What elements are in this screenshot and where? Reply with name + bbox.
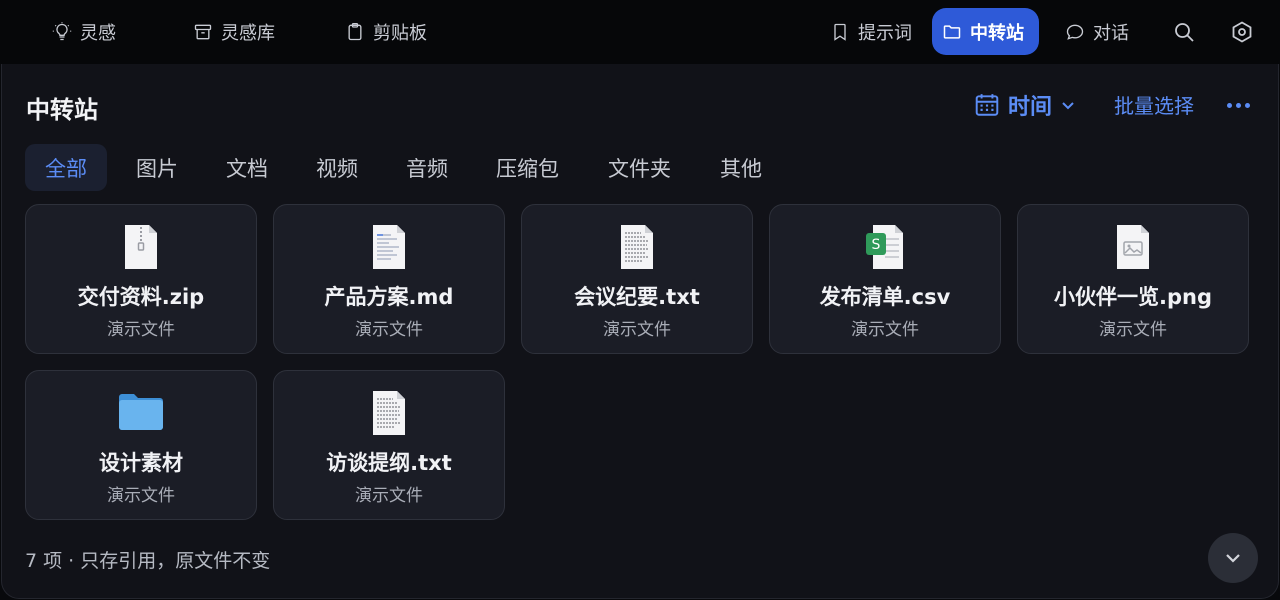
file-subtitle: 演示文件: [355, 486, 423, 506]
nav-clipboard[interactable]: 剪贴板: [335, 8, 437, 55]
lightbulb-icon: [52, 21, 72, 40]
nav-transfer-station[interactable]: 中转站: [932, 8, 1039, 55]
spreadsheet-file-icon: S: [866, 225, 903, 269]
nav-inspiration[interactable]: 灵感: [42, 8, 126, 55]
file-card[interactable]: 交付资料.zip 演示文件: [25, 204, 257, 354]
nav-chat[interactable]: 对话: [1055, 8, 1139, 55]
nav-prompts-label: 提示词: [858, 22, 912, 44]
hexagon-settings-icon: [1232, 21, 1252, 43]
file-subtitle: 演示文件: [603, 320, 671, 340]
file-name: 发布清单.csv: [819, 285, 951, 309]
file-card[interactable]: 会议纪要.txt 演示文件: [521, 204, 753, 354]
transfer-station-panel: 中转站 时间 批量选择 全部 图片 文档 视频 音频 压缩包 文件夹 其他 交付…: [1, 64, 1279, 599]
nav-inspiration-library-label: 灵感库: [221, 22, 275, 44]
file-subtitle: 演示文件: [355, 320, 423, 340]
text-file-icon: [621, 225, 653, 269]
file-name: 设计素材: [99, 451, 183, 475]
nav-inspiration-label: 灵感: [80, 22, 116, 44]
more-options-button[interactable]: [1222, 92, 1254, 118]
zip-file-icon: [125, 225, 157, 269]
filter-tab-documents[interactable]: 文档: [206, 144, 288, 191]
file-subtitle: 演示文件: [1099, 320, 1167, 340]
chat-bubble-icon: [1066, 24, 1084, 40]
filter-tab-folders[interactable]: 文件夹: [588, 144, 691, 191]
filter-tab-images[interactable]: 图片: [116, 144, 198, 191]
markdown-file-icon: [373, 225, 405, 269]
file-card[interactable]: 产品方案.md 演示文件: [273, 204, 505, 354]
sort-by-time-button[interactable]: 时间: [974, 88, 1076, 122]
nav-clipboard-label: 剪贴板: [373, 22, 427, 44]
file-name: 小伙伴一览.png: [1054, 285, 1212, 309]
clipboard-icon: [348, 22, 362, 40]
more-dot-icon: [1226, 102, 1232, 108]
folder-icon: [943, 24, 961, 39]
nav-transfer-station-label: 中转站: [970, 22, 1024, 44]
top-navigation-bar: 灵感 灵感库 剪贴板 提示词 中转站 对话: [0, 0, 1280, 64]
calendar-icon: [975, 94, 999, 116]
search-button[interactable]: [1166, 14, 1202, 50]
batch-select-button[interactable]: 批量选择: [1114, 90, 1194, 119]
search-icon: [1175, 23, 1194, 42]
file-name: 交付资料.zip: [77, 285, 205, 309]
nav-chat-label: 对话: [1093, 22, 1129, 44]
filter-tab-all[interactable]: 全部: [25, 144, 107, 191]
file-card[interactable]: 设计素材 演示文件: [25, 370, 257, 520]
nav-prompts[interactable]: 提示词: [820, 8, 922, 55]
page-title: 中转站: [26, 96, 98, 124]
file-card[interactable]: 访谈提纲.txt 演示文件: [273, 370, 505, 520]
sort-label: 时间: [1008, 95, 1053, 120]
chevron-down-icon: [1062, 102, 1074, 110]
file-subtitle: 演示文件: [107, 320, 175, 340]
file-subtitle: 演示文件: [851, 320, 919, 340]
file-subtitle: 演示文件: [107, 486, 175, 506]
text-file-icon: [373, 391, 405, 435]
svg-text:S: S: [872, 237, 881, 253]
bookmark-icon: [834, 23, 846, 41]
filter-tab-audio[interactable]: 音频: [386, 144, 468, 191]
file-card[interactable]: 小伙伴一览.png 演示文件: [1017, 204, 1249, 354]
filter-tab-archives[interactable]: 压缩包: [476, 144, 579, 191]
nav-inspiration-library[interactable]: 灵感库: [183, 8, 285, 55]
more-dot-icon: [1235, 102, 1241, 108]
settings-button[interactable]: [1224, 14, 1260, 50]
image-file-icon: [1117, 225, 1149, 269]
filter-tab-videos[interactable]: 视频: [296, 144, 378, 191]
file-name: 会议纪要.txt: [574, 285, 700, 309]
folder-icon: [119, 394, 163, 430]
file-name: 访谈提纲.txt: [326, 451, 452, 475]
scroll-down-button[interactable]: [1208, 533, 1258, 583]
filter-tab-other[interactable]: 其他: [700, 144, 782, 191]
file-card[interactable]: S 发布清单.csv 演示文件: [769, 204, 1001, 354]
chevron-down-icon: [1226, 554, 1240, 563]
archive-box-icon: [194, 24, 212, 39]
file-name: 产品方案.md: [324, 285, 454, 309]
more-dot-icon: [1244, 102, 1250, 108]
status-footer: 7 项 · 只存引用，原文件不变: [25, 550, 271, 572]
